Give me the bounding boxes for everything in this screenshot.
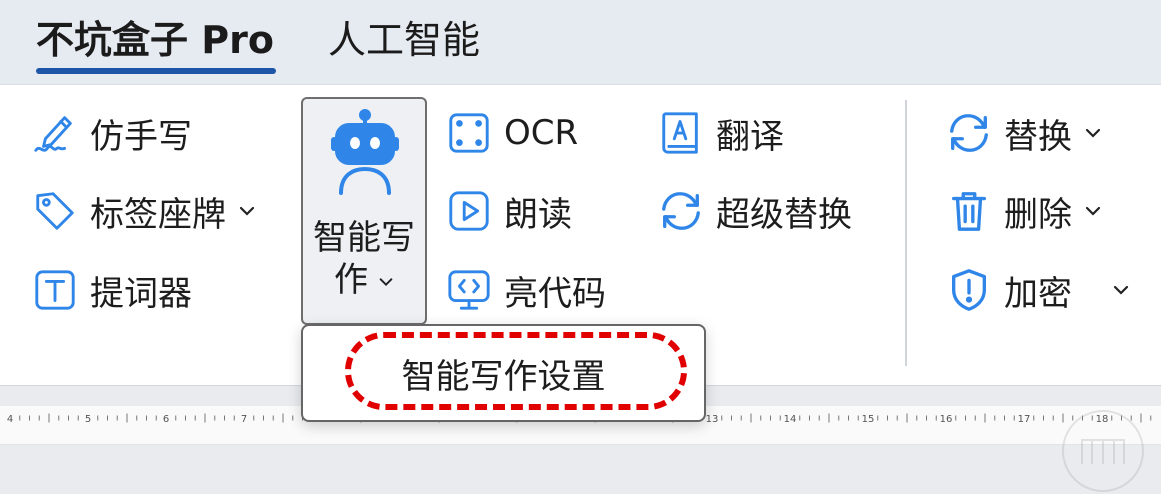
smart-writing-label-line1: 智能写: [313, 218, 415, 258]
refresh-icon: [950, 114, 988, 152]
replace-label: 替换: [1004, 116, 1072, 157]
pen-signature-icon: [34, 116, 72, 152]
text-t-icon: [35, 270, 75, 310]
chevron-down-icon: [239, 206, 255, 216]
delete-label: 删除: [1004, 194, 1072, 235]
chevron-down-icon: [1085, 206, 1101, 216]
code-monitor-icon: [448, 270, 490, 310]
tag-nameplate-label: 标签座牌: [90, 194, 226, 235]
translate-book-icon: [662, 112, 698, 154]
ruler-label: 16: [940, 414, 953, 425]
ocr-label: OCR: [504, 113, 579, 153]
watermark-logo: [1062, 410, 1144, 492]
tag-nameplate-button[interactable]: 标签座牌: [32, 183, 256, 239]
robot-icon: [331, 109, 399, 195]
smart-writing-dropdown: 智能写作设置: [301, 324, 706, 422]
ruler-label: 7: [241, 414, 247, 425]
ruler-label: 6: [163, 414, 169, 425]
read-aloud-label: 朗读: [504, 194, 572, 235]
super-replace-label: 超级替换: [716, 194, 852, 235]
smart-writing-label-line2: 作: [303, 259, 425, 301]
encrypt-button[interactable]: 加密: [946, 262, 1130, 318]
smart-writing-button[interactable]: 智能写 作: [301, 97, 427, 325]
trash-icon: [951, 192, 987, 231]
read-aloud-button[interactable]: 朗读: [446, 183, 572, 239]
ribbon-tab-bar: 不坑盒子 Pro 人工智能: [0, 0, 1161, 84]
ruler-label: 15: [862, 414, 875, 425]
chevron-down-icon: [1085, 128, 1101, 138]
ribbon-separator: [905, 100, 907, 366]
ruler-label: 5: [85, 414, 91, 425]
ruler-label: 14: [784, 414, 797, 425]
refresh-icon: [662, 192, 700, 230]
imitate-handwriting-label: 仿手写: [90, 116, 192, 157]
play-icon: [449, 191, 489, 231]
translate-label: 翻译: [716, 116, 784, 157]
encrypt-label: 加密: [1004, 273, 1072, 314]
delete-button[interactable]: 删除: [946, 183, 1102, 239]
teleprompter-label: 提词器: [90, 273, 192, 314]
scan-frame-icon: [449, 113, 489, 153]
shield-alert-icon: [951, 269, 987, 311]
replace-button[interactable]: 替换: [946, 105, 1102, 161]
super-replace-button[interactable]: 超级替换: [658, 183, 852, 239]
ocr-button[interactable]: OCR: [446, 105, 578, 161]
imitate-handwriting-button[interactable]: 仿手写: [32, 105, 192, 161]
highlight-code-label: 亮代码: [504, 273, 606, 314]
ruler-label: 4: [7, 414, 13, 425]
document-area: [0, 445, 1161, 493]
translate-button[interactable]: 翻译: [658, 105, 784, 161]
tab-ai[interactable]: 人工智能: [328, 14, 480, 66]
teleprompter-button[interactable]: 提词器: [32, 262, 192, 318]
chevron-down-icon: [379, 277, 393, 286]
tab-bukeng-box-pro[interactable]: 不坑盒子 Pro: [36, 14, 274, 66]
tag-icon: [36, 192, 74, 230]
ruler-label: 17: [1018, 414, 1031, 425]
active-tab-underline: [36, 68, 276, 74]
ruler-label: 13: [706, 414, 719, 425]
highlight-annotation: [345, 332, 687, 410]
chevron-down-icon: [1113, 285, 1129, 295]
highlight-code-button[interactable]: 亮代码: [446, 262, 606, 318]
